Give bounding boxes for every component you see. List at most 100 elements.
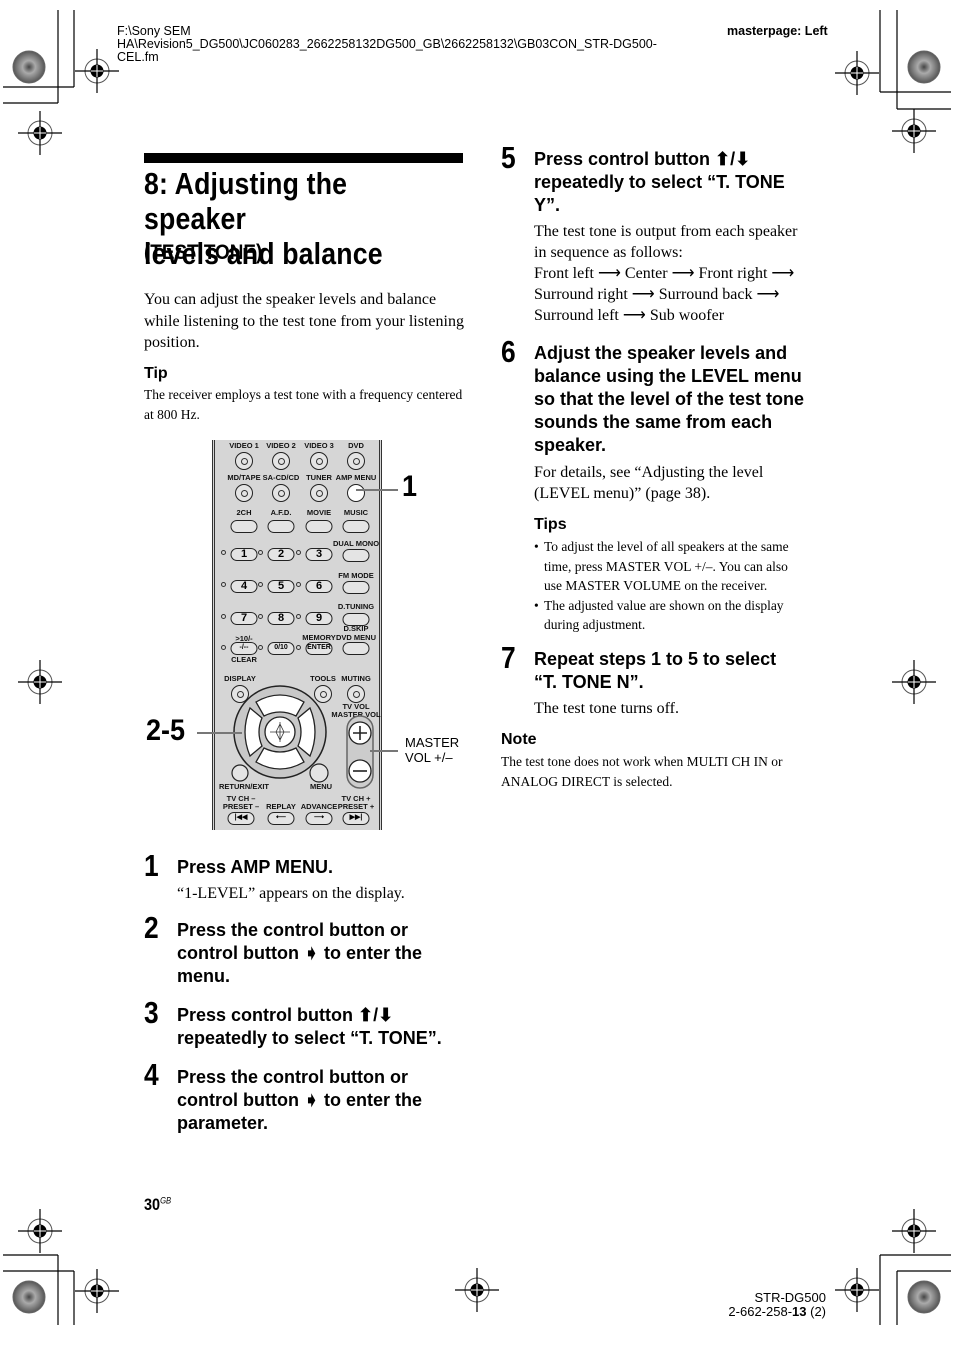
step-title-line: Adjust the speaker levels and xyxy=(534,343,788,363)
step-number: 7 xyxy=(501,640,516,675)
page-number: 30GB xyxy=(144,1195,171,1215)
speaker-sequence-line: Front left ⟶ Center ⟶ Front right ⟶ xyxy=(534,265,795,282)
note-heading: Note xyxy=(501,731,537,748)
return-exit-button xyxy=(231,764,249,782)
remote-control-illustration: VIDEO 1 VIDEO 2 VIDEO 3 DVD MD/TAPE SA-CD/CD T… xyxy=(212,440,382,830)
step-title-line: repeatedly to select “T. TONE”. xyxy=(177,1028,442,1048)
note-line: The test tone does not work when MULTI C… xyxy=(501,754,783,769)
page-region-suffix: GB xyxy=(160,1195,172,1206)
remote-label: MENU xyxy=(309,782,333,791)
file-path-line: HA\Revision5_DG500\JC060283_2662258132DG… xyxy=(117,37,657,51)
part-number: 2-662-258-13 (2) xyxy=(700,1305,826,1319)
title-bar xyxy=(144,153,463,163)
step-title-line: sounds the same from each xyxy=(534,412,773,432)
step-title-line: speaker. xyxy=(534,435,607,455)
step-number: 2 xyxy=(144,910,159,945)
tips-list: To adjust the level of all speakers at t… xyxy=(534,537,834,635)
tip-text: The receiver employs a test tone with a … xyxy=(144,387,463,422)
step-desc-line: The test tone is output from each speake… xyxy=(534,223,798,240)
step-title-line: control button ➧ to enter the xyxy=(177,1090,423,1110)
file-path-header: F:\Sony SEM HA\Revision5_DG500\JC060283_… xyxy=(117,25,657,64)
tips-item: The adjusted value are shown on the disp… xyxy=(534,596,834,635)
step-description: “1-LEVEL” appears on the display. xyxy=(177,885,405,902)
remote-button-preset-plus[interactable]: ▶▶| xyxy=(342,812,370,825)
step-number: 4 xyxy=(144,1057,159,1092)
master-vol-leader xyxy=(370,750,398,752)
model-name: STR-DG500 xyxy=(754,1290,826,1305)
tips-line: during adjustment. xyxy=(544,617,646,632)
step-title-line: menu. xyxy=(177,966,231,986)
model-footer: STR-DG500 2-662-258-13 (2) xyxy=(700,1291,826,1319)
note-line: ANALOG DIRECT is selected. xyxy=(501,773,673,789)
step-title-line: Press the control button or xyxy=(177,920,409,940)
step-title-line: “T. TONE N”. xyxy=(534,672,644,692)
step-title: Press AMP MENU. xyxy=(177,857,334,877)
remote-label: PRESET + xyxy=(337,802,375,811)
step-desc-line: in sequence as follows: xyxy=(534,244,683,261)
step-description: The test tone is output from each speake… xyxy=(534,221,797,326)
remote-button-advance[interactable]: ⟶ xyxy=(305,812,333,825)
step-description: For details, see “Adjusting the level (L… xyxy=(534,462,763,504)
step-title-line: parameter. xyxy=(177,1113,269,1133)
menu-button xyxy=(309,763,329,783)
star-target-icon xyxy=(12,50,46,84)
callout-2-5-leader xyxy=(197,732,242,734)
control-right-button xyxy=(297,706,316,758)
tip-heading: Tip xyxy=(144,365,168,382)
note-text: The test tone does not work when MULTI C… xyxy=(501,752,782,791)
callout-1: 1 xyxy=(402,470,418,503)
tips-item: To adjust the level of all speakers at t… xyxy=(534,537,834,596)
masterpage-label: masterpage: Left xyxy=(727,24,828,38)
step-description: The test tone turns off. xyxy=(534,700,680,717)
tips-heading: Tips xyxy=(534,516,567,533)
step-title-line: Press the control button or xyxy=(177,1067,409,1087)
step-title: Adjust the speaker levels and balance us… xyxy=(534,342,804,457)
step-title-line: repeatedly to select “T. TONE xyxy=(534,172,785,192)
step-number: 6 xyxy=(501,334,516,369)
step-title-line: control button ➧ to enter the xyxy=(177,943,423,963)
tips-line: time, press MASTER VOL +/–. You can also xyxy=(544,558,788,574)
step-number: 1 xyxy=(144,848,159,883)
control-pad[interactable] xyxy=(212,440,382,830)
step-title: Press the control button or control butt… xyxy=(177,1066,422,1135)
step-title-line: Repeat steps 1 to 5 to select xyxy=(534,649,777,669)
tips-line: To adjust the level of all speakers at t… xyxy=(544,539,789,554)
step-title-line: Y”. xyxy=(534,195,561,215)
part-number-bold: 13 xyxy=(792,1304,807,1319)
callout-2-5: 2-5 xyxy=(146,714,186,747)
step-title: Press control button ⬆/⬇ repeatedly to s… xyxy=(177,1004,442,1050)
remote-label: ADVANCE xyxy=(300,802,338,811)
file-path-line: CEL.fm xyxy=(117,50,159,64)
tips-line: use MASTER VOLUME on the receiver. xyxy=(544,578,768,593)
master-vol-callout-line: VOL +/– xyxy=(405,750,453,765)
remote-label: REPLAY xyxy=(266,802,296,811)
master-vol-callout-line: MASTER xyxy=(405,735,460,750)
speaker-sequence-line: Surround right ⟶ Surround back ⟶ xyxy=(534,286,780,303)
step-desc-line: For details, see “Adjusting the level xyxy=(534,464,764,481)
speaker-sequence-line: Surround left ⟶ Sub woofer xyxy=(534,307,725,324)
remote-button-replay[interactable]: ⟵ xyxy=(267,812,295,825)
title-line: 8: Adjusting the speaker xyxy=(144,166,348,236)
step-title-line: Press control button ⬆/⬇ xyxy=(534,149,751,169)
step-desc-line: (LEVEL menu)” (page 38). xyxy=(534,485,711,502)
step-title: Repeat steps 1 to 5 to select “T. TONE N… xyxy=(534,648,776,694)
step-title-line: so that the level of the test tone xyxy=(534,389,805,409)
step-number: 3 xyxy=(144,995,159,1030)
master-vol-callout: MASTER VOL +/– xyxy=(405,735,459,765)
control-left-button xyxy=(244,706,263,758)
part-number-suffix: (2) xyxy=(806,1304,826,1319)
remote-label: PRESET – xyxy=(222,802,260,811)
part-number-prefix: 2-662-258- xyxy=(728,1304,793,1319)
step-title-line: Press control button ⬆/⬇ xyxy=(177,1005,394,1025)
step-title: Press the control button or control butt… xyxy=(177,919,422,988)
intro-paragraph: You can adjust the speaker levels and ba… xyxy=(144,291,464,351)
remote-label: RETURN/EXIT xyxy=(218,782,270,791)
page-number-value: 30 xyxy=(144,1195,161,1214)
page-subtitle: (TEST TONE) xyxy=(144,241,263,264)
step-number: 5 xyxy=(501,140,516,175)
callout-1-leader xyxy=(356,489,398,491)
tips-line: The adjusted value are shown on the disp… xyxy=(544,597,784,613)
remote-button-preset-minus[interactable]: |◀◀ xyxy=(227,812,255,825)
step-title-line: balance using the LEVEL menu xyxy=(534,366,802,386)
step-title: Press control button ⬆/⬇ repeatedly to s… xyxy=(534,148,785,217)
